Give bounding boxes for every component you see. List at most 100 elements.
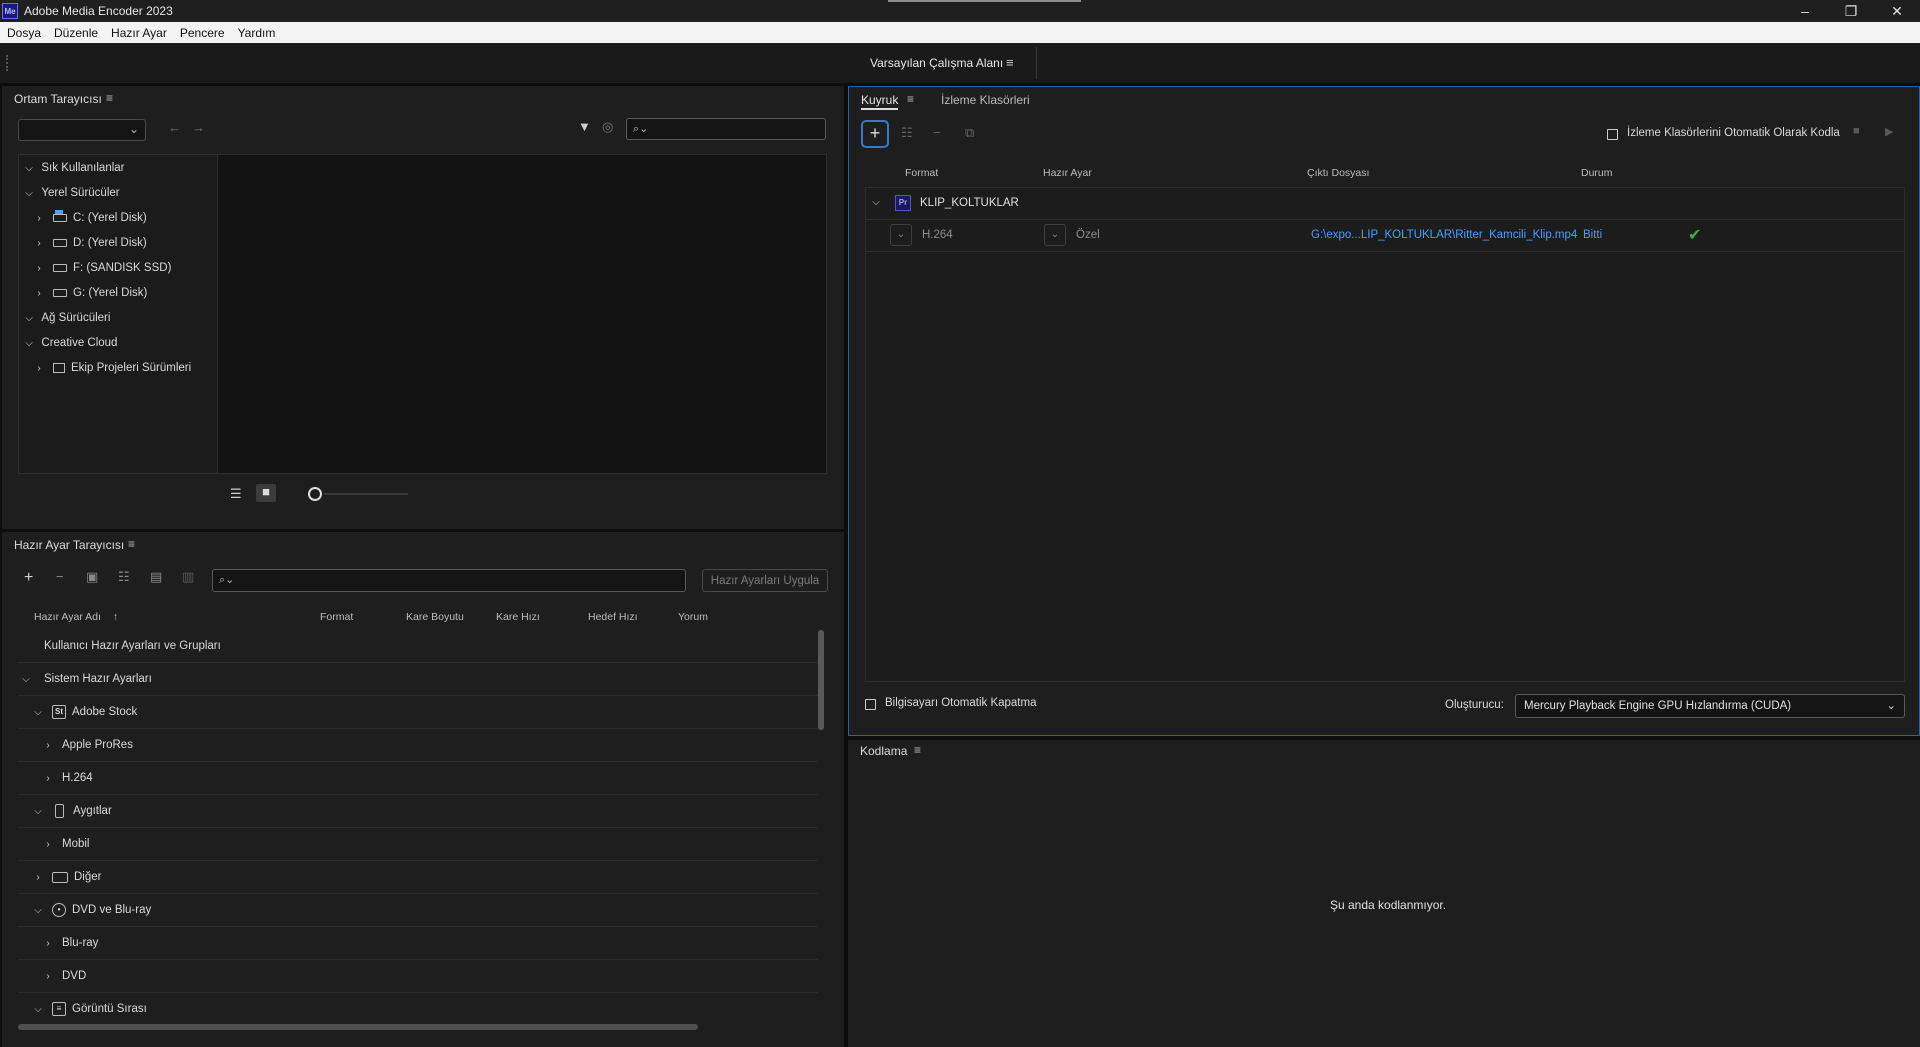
preset-search-input[interactable]: ⌕⌄: [212, 569, 686, 592]
tree-item-favorites[interactable]: ⌵ Sık Kullanılanlar: [23, 158, 124, 178]
format-dropdown[interactable]: ⌄: [890, 224, 912, 246]
icon-view-icon[interactable]: ■: [256, 484, 276, 502]
column-header-format[interactable]: Format: [320, 611, 353, 623]
column-header-comment[interactable]: Yorum: [678, 611, 708, 623]
preset-row-adobe-stock[interactable]: ⌵ St Adobe Stock: [18, 696, 818, 729]
panel-menu-icon[interactable]: ≡: [106, 91, 113, 105]
media-search-input[interactable]: ⌕⌄: [626, 118, 826, 140]
export-preset-icon[interactable]: ▥: [182, 569, 194, 585]
menu-file[interactable]: Dosya: [0, 26, 47, 40]
tree-item-drive-c[interactable]: › C: (Yerel Disk): [33, 208, 147, 228]
chevron-down-icon[interactable]: ⌵: [23, 313, 35, 324]
column-header-frame-rate[interactable]: Kare Hızı: [496, 611, 540, 623]
tree-item-local-drives[interactable]: ⌵ Yerel Sürücüler: [23, 183, 119, 203]
location-dropdown[interactable]: ⌄: [18, 119, 146, 141]
zoom-slider-track[interactable]: [324, 493, 408, 495]
chevron-right-icon[interactable]: ›: [42, 971, 54, 982]
output-file-link[interactable]: G:\expo...LIP_KOLTUKLAR\Ritter_Kamcili_K…: [1311, 229, 1577, 241]
column-header-output[interactable]: Çıktı Dosyası: [1307, 167, 1369, 179]
preset-settings-icon[interactable]: ☷: [118, 569, 130, 585]
new-group-icon[interactable]: ▣: [86, 569, 98, 585]
chevron-down-icon[interactable]: ⌵: [32, 905, 44, 916]
column-header-preset[interactable]: Hazır Ayar: [1043, 167, 1092, 179]
tree-item-network[interactable]: ⌵ Ağ Sürücüleri: [23, 308, 110, 328]
chevron-right-icon[interactable]: ›: [33, 238, 45, 249]
remove-item-icon[interactable]: −: [933, 125, 941, 140]
menu-window[interactable]: Pencere: [173, 26, 231, 40]
chevron-down-icon[interactable]: ⌵: [32, 1004, 44, 1015]
chevron-down-icon[interactable]: ⌵: [23, 338, 35, 349]
preset-row-bluray[interactable]: › Blu-ray: [18, 927, 818, 960]
apply-presets-button[interactable]: Hazır Ayarları Uygula: [702, 569, 828, 592]
menu-preset[interactable]: Hazır Ayar: [104, 26, 173, 40]
minimize-icon[interactable]: –: [1782, 0, 1828, 22]
preset-row-image-sequence[interactable]: ⌵ ≡ Görüntü Sırası: [18, 993, 818, 1025]
preset-row-prores[interactable]: › Apple ProRes: [18, 729, 818, 762]
tree-item-drive-g[interactable]: › G: (Yerel Disk): [33, 283, 147, 303]
preset-row-user[interactable]: Kullanıcı Hazır Ayarları ve Grupları: [18, 630, 818, 663]
chevron-down-icon[interactable]: ⌵: [32, 806, 44, 817]
chevron-right-icon[interactable]: ›: [42, 938, 54, 949]
auto-encode-checkbox[interactable]: [1607, 129, 1618, 140]
menu-help[interactable]: Yardım: [231, 26, 282, 40]
chevron-right-icon[interactable]: ›: [42, 839, 54, 850]
remove-preset-icon[interactable]: −: [56, 569, 64, 584]
tab-queue[interactable]: Kuyruk: [861, 93, 899, 110]
preset-row-mobile[interactable]: › Mobil: [18, 828, 818, 861]
sort-ascending-icon[interactable]: ↑: [113, 611, 118, 623]
add-source-button[interactable]: +: [861, 120, 889, 148]
preset-row-dvd[interactable]: › DVD: [18, 960, 818, 993]
panel-menu-icon[interactable]: ≡: [914, 743, 921, 757]
queue-group-row[interactable]: ⌵ Pr KLIP_KOLTUKLAR: [866, 188, 1904, 220]
tree-item-drive-d[interactable]: › D: (Yerel Disk): [33, 233, 146, 253]
workspace-menu-icon[interactable]: ≡: [1006, 55, 1014, 70]
duplicate-icon[interactable]: ⧉: [965, 125, 974, 141]
preset-settings-icon[interactable]: ☷: [901, 125, 913, 141]
list-view-icon[interactable]: ☰: [230, 486, 242, 502]
chevron-right-icon[interactable]: ›: [32, 872, 44, 883]
column-header-name[interactable]: Hazır Ayar Adı ↑: [34, 611, 118, 623]
preset-row-devices[interactable]: ⌵ Aygıtlar: [18, 795, 818, 828]
chevron-down-icon[interactable]: ⌵: [23, 163, 35, 174]
chevron-down-icon[interactable]: ⌵: [23, 188, 35, 199]
preset-row-dvd-bluray[interactable]: ⌵ • DVD ve Blu-ray: [18, 894, 818, 927]
chevron-right-icon[interactable]: ›: [33, 213, 45, 224]
preset-row-system[interactable]: ⌵ Sistem Hazır Ayarları: [18, 663, 818, 696]
queue-item-row[interactable]: ⌄ H.264 ⌄ Özel G:\expo...LIP_KOLTUKLAR\R…: [866, 220, 1904, 252]
zoom-slider-handle[interactable]: [308, 487, 322, 501]
menu-edit[interactable]: Düzenle: [47, 26, 104, 40]
add-preset-icon[interactable]: +: [24, 569, 33, 587]
chevron-right-icon[interactable]: ›: [42, 740, 54, 751]
chevron-down-icon[interactable]: ⌵: [32, 707, 44, 718]
forward-arrow-icon[interactable]: →: [192, 120, 205, 135]
preset-dropdown[interactable]: ⌄: [1044, 224, 1066, 246]
back-arrow-icon[interactable]: ←: [168, 120, 181, 135]
panel-menu-icon[interactable]: ≡: [907, 92, 914, 106]
column-header-target-rate[interactable]: Hedef Hızı: [588, 611, 638, 623]
auto-shutdown-checkbox[interactable]: [865, 699, 876, 710]
preset-row-other[interactable]: › Diğer: [18, 861, 818, 894]
tree-item-team-projects[interactable]: › Ekip Projeleri Sürümleri: [33, 358, 191, 378]
chevron-right-icon[interactable]: ›: [33, 288, 45, 299]
chevron-right-icon[interactable]: ›: [33, 263, 45, 274]
tree-item-drive-f[interactable]: › F: (SANDISK SSD): [33, 258, 171, 278]
eye-icon[interactable]: ◎: [602, 119, 613, 135]
filter-icon[interactable]: ▼: [578, 119, 591, 134]
renderer-dropdown[interactable]: Mercury Playback Engine GPU Hızlandırma …: [1515, 694, 1905, 718]
tree-item-creative-cloud[interactable]: ⌵ Creative Cloud: [23, 333, 117, 353]
play-icon[interactable]: ▶: [1885, 125, 1893, 138]
stop-icon[interactable]: ■: [1853, 125, 1860, 137]
chevron-right-icon[interactable]: ›: [33, 363, 45, 374]
column-header-frame-size[interactable]: Kare Boyutu: [406, 611, 464, 623]
horizontal-scrollbar[interactable]: [18, 1024, 698, 1030]
workspace-label[interactable]: Varsayılan Çalışma Alanı: [870, 56, 1003, 70]
restore-icon[interactable]: ❐: [1828, 0, 1874, 22]
grip-icon[interactable]: [6, 55, 8, 71]
tab-watch-folders[interactable]: İzleme Klasörleri: [941, 93, 1030, 107]
chevron-right-icon[interactable]: ›: [42, 773, 54, 784]
close-icon[interactable]: ✕: [1874, 0, 1920, 22]
column-header-format[interactable]: Format: [905, 167, 938, 179]
chevron-down-icon[interactable]: ⌵: [870, 197, 882, 208]
column-header-status[interactable]: Durum: [1581, 167, 1613, 179]
preset-row-h264[interactable]: › H.264: [18, 762, 818, 795]
